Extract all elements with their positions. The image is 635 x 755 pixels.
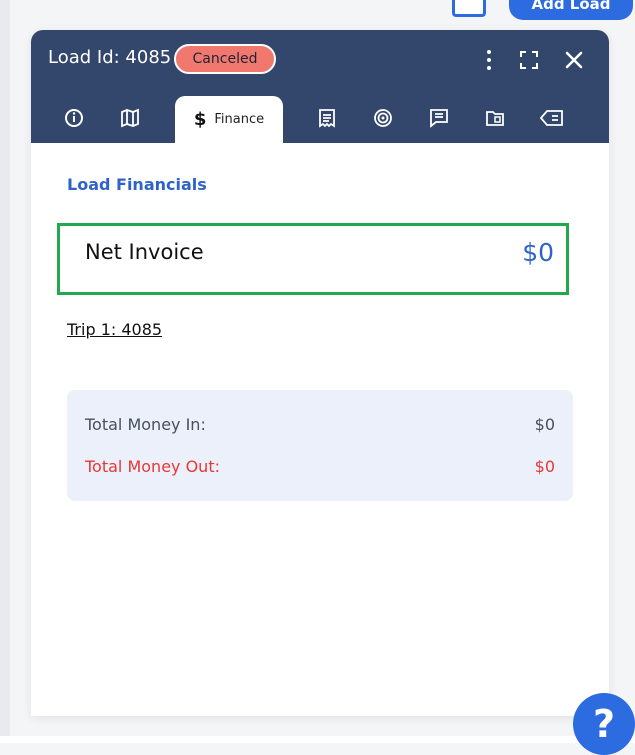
net-invoice-value: $0 [522,238,554,267]
money-out-value: $0 [534,457,555,476]
net-invoice-card: Net Invoice $0 [57,223,569,295]
tab-tags[interactable] [539,96,565,143]
help-button[interactable]: ? [573,693,635,755]
upload-icon[interactable] [452,0,486,17]
money-out-row: Total Money Out: $0 [85,457,555,476]
status-badge: Canceled [174,44,276,74]
panel-header: Load Id: 4085 Canceled $ Finance [31,30,609,143]
background-page-edge [0,0,10,743]
money-out-label: Total Money Out: [85,457,220,476]
folder-icon [485,108,505,132]
add-load-button[interactable]: Add Load [509,0,633,20]
money-summary: Total Money In: $0 Total Money Out: $0 [67,390,573,501]
tracking-icon [373,108,393,132]
bottom-strip [0,736,635,743]
info-icon [64,108,84,132]
close-icon[interactable] [562,48,586,72]
net-invoice-label: Net Invoice [85,240,204,264]
more-options-icon[interactable] [477,48,501,72]
map-icon [120,108,140,132]
tab-map[interactable] [118,96,142,143]
fullscreen-icon[interactable] [517,48,541,72]
load-title: Load Id: 4085 [48,47,172,68]
tab-notes[interactable] [427,96,451,143]
tab-finance-label: Finance [214,112,265,127]
tab-info[interactable] [62,96,86,143]
tab-tracking[interactable] [371,96,395,143]
tab-receipt[interactable] [315,96,339,143]
tab-documents[interactable] [483,96,507,143]
section-title: Load Financials [67,175,207,194]
finance-content: Load Financials Net Invoice $0 Trip 1: 4… [31,143,609,716]
trip-link[interactable]: Trip 1: 4085 [67,320,162,339]
dollar-icon: $ [193,109,207,130]
load-details-panel: Load Id: 4085 Canceled $ Finance Load Fi… [31,30,609,716]
money-in-value: $0 [534,415,555,434]
tab-finance[interactable]: $ Finance [175,96,283,143]
money-in-label: Total Money In: [85,415,206,434]
tag-delete-icon [539,108,564,132]
money-in-row: Total Money In: $0 [85,415,555,434]
receipt-icon [317,108,337,132]
notes-icon [429,108,449,132]
